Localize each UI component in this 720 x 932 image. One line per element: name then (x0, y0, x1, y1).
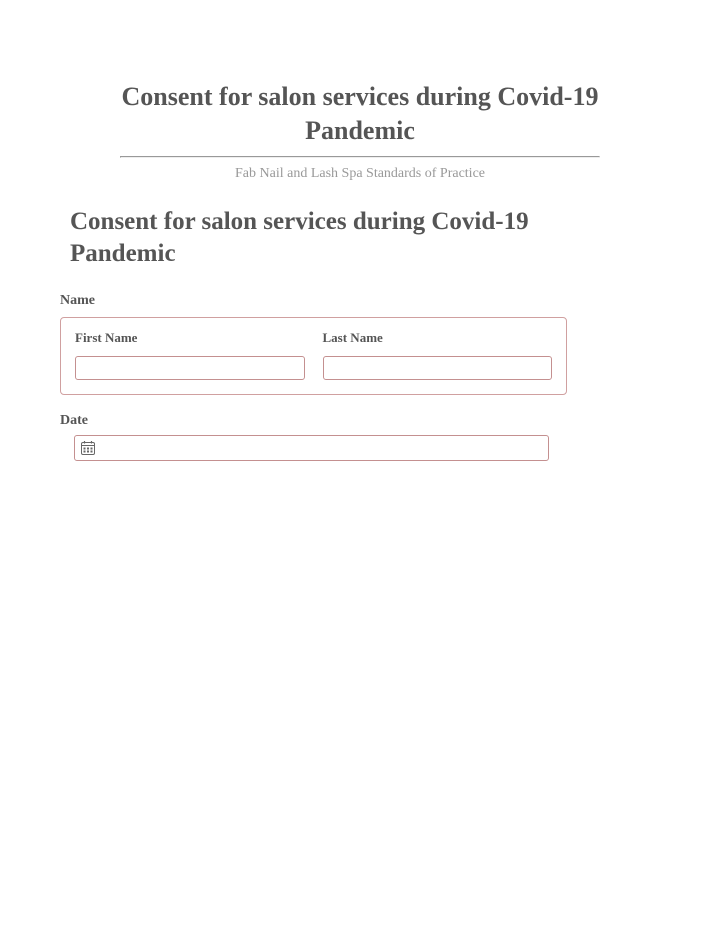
title-divider (120, 156, 600, 158)
last-name-input[interactable] (323, 356, 553, 380)
date-input[interactable] (74, 435, 549, 461)
date-label: Date (60, 413, 660, 429)
first-name-column: First Name (75, 330, 305, 380)
first-name-label: First Name (75, 330, 305, 346)
last-name-label: Last Name (323, 330, 553, 346)
date-field-wrapper (74, 435, 549, 461)
name-group: First Name Last Name (60, 317, 567, 395)
last-name-column: Last Name (323, 330, 553, 380)
first-name-input[interactable] (75, 356, 305, 380)
page-subtitle: Fab Nail and Lash Spa Standards of Pract… (60, 166, 660, 182)
name-group-label: Name (60, 293, 660, 309)
page-title: Consent for salon services during Covid-… (120, 80, 600, 148)
section-heading: Consent for salon services during Covid-… (70, 206, 550, 271)
